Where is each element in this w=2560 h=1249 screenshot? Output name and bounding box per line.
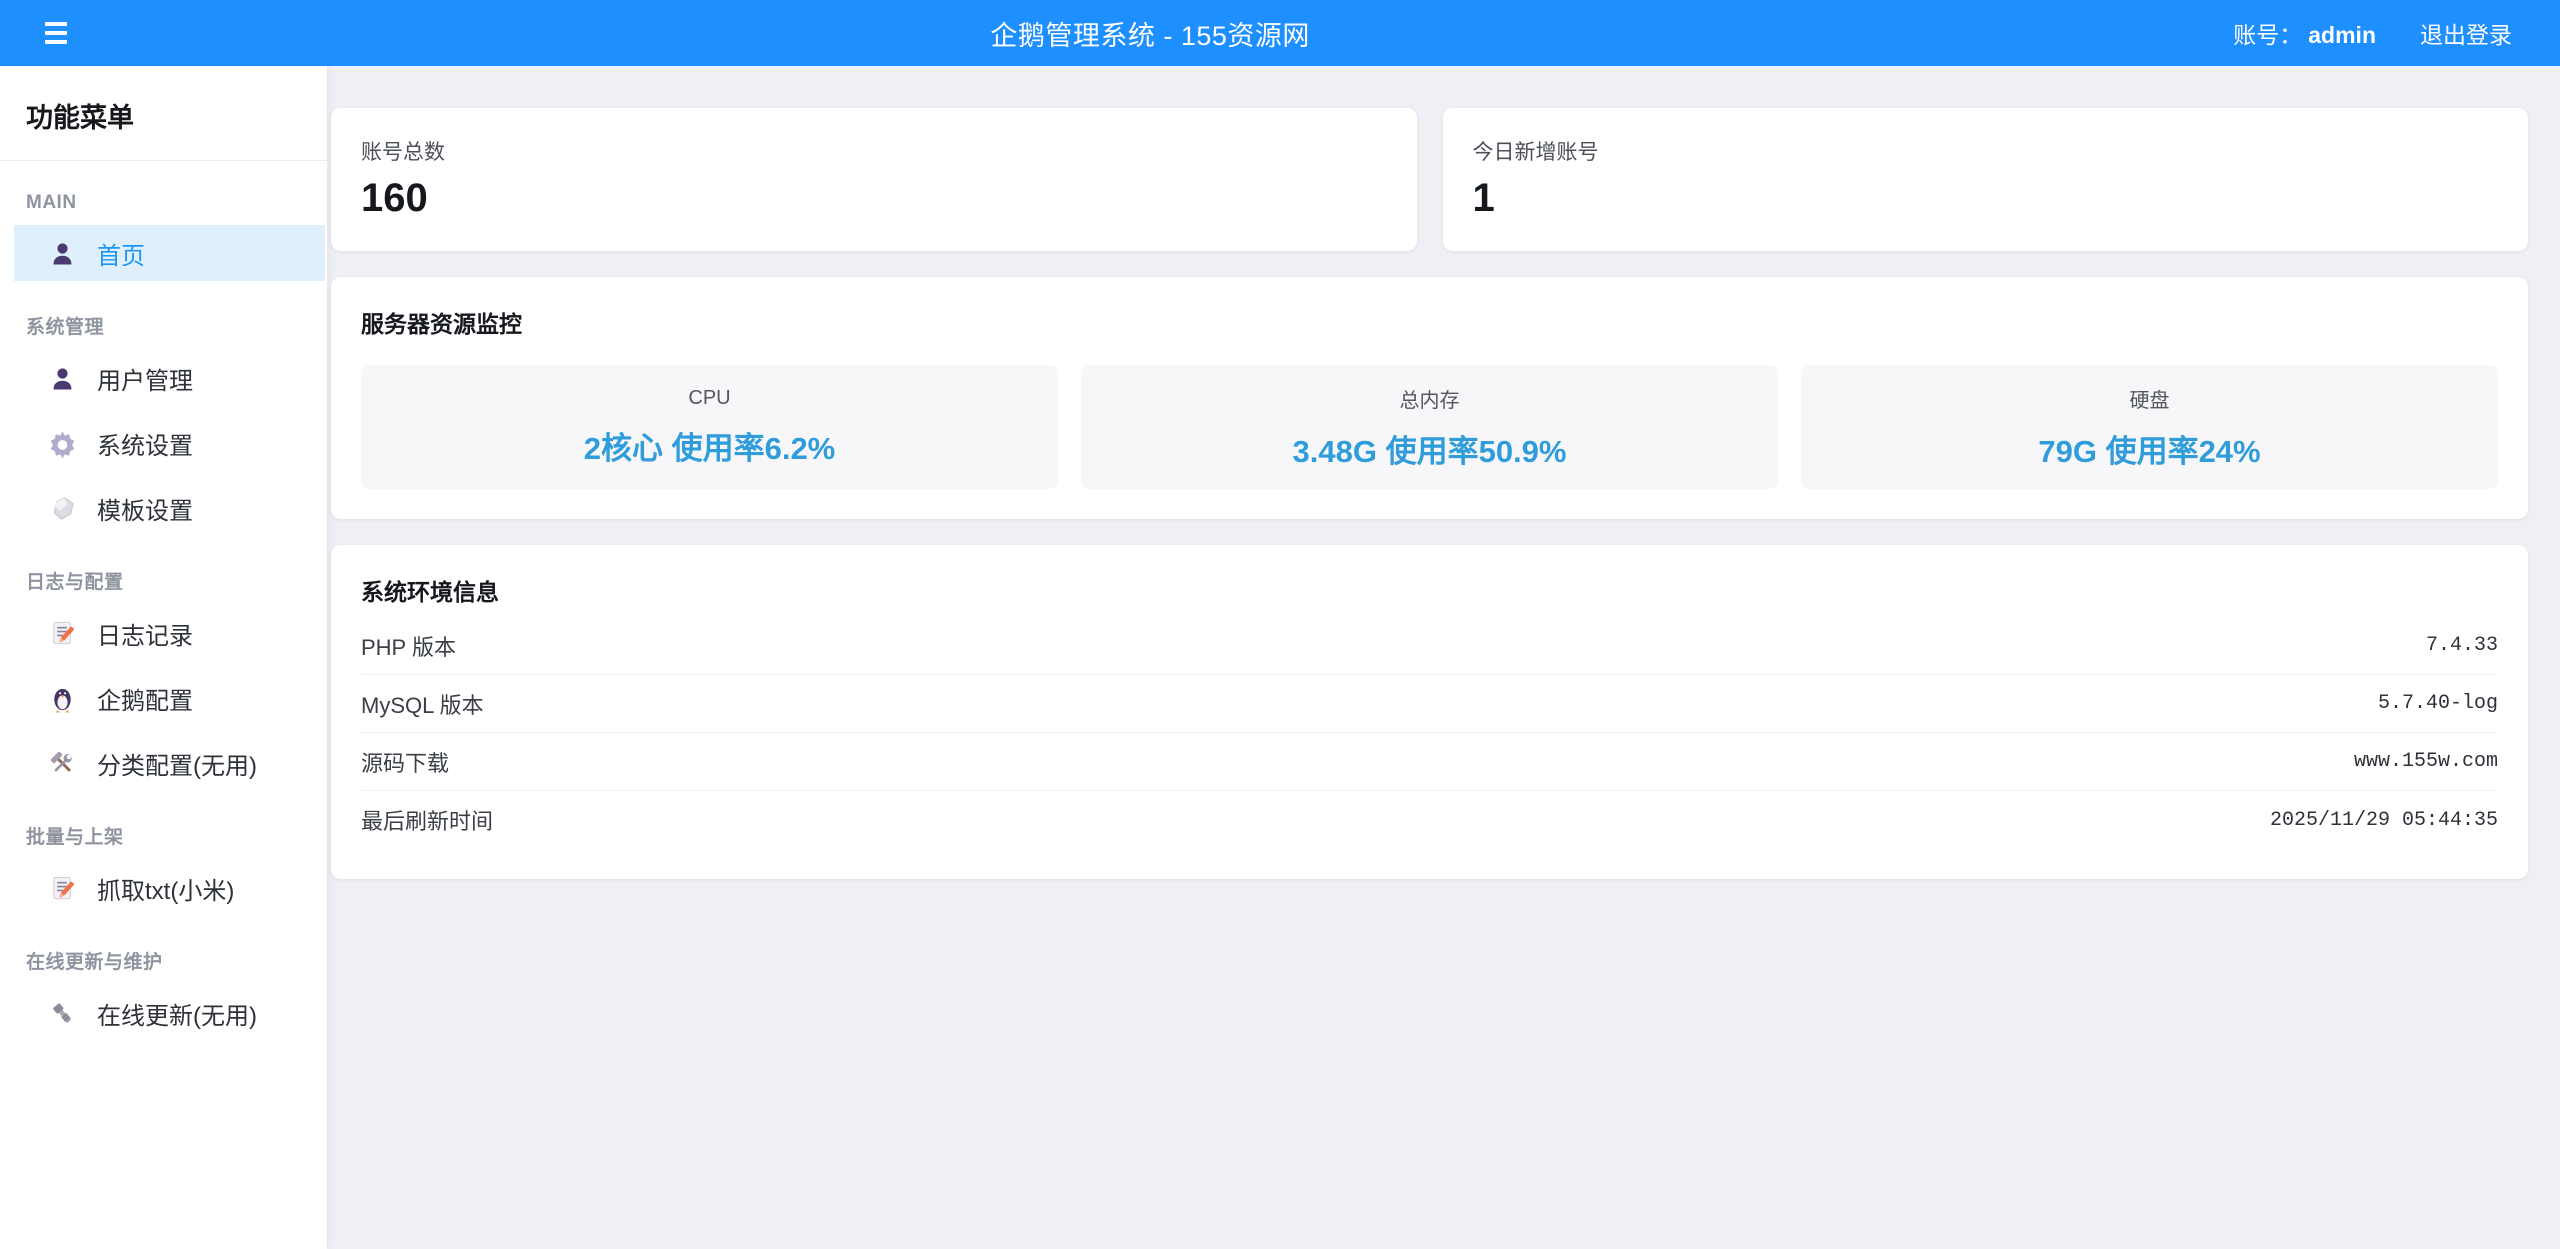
stat-value: 1 [1473, 176, 2499, 221]
app-title: 企鹅管理系统 - 155资源网 [67, 14, 2233, 53]
account-area: 账号：admin 退出登录 [2233, 16, 2512, 50]
stat-card-new-accounts-today: 今日新增账号 1 [1443, 108, 2529, 251]
info-value: www.155w.com [2354, 750, 2498, 773]
stat-value: 160 [361, 176, 1387, 221]
tools-icon [47, 748, 78, 779]
info-value: 7.4.33 [2426, 634, 2498, 657]
metric-label: 总内存 [1400, 384, 1460, 413]
sidebar-item-log-records[interactable]: 日志记录 [14, 605, 325, 661]
sidebar-item-label: 在线更新(无用) [97, 996, 257, 1031]
sidebar-item-template-settings[interactable]: 模板设置 [14, 480, 325, 536]
sidebar-item-label: 分类配置(无用) [97, 746, 257, 781]
sidebar: 功能菜单 MAIN 首页 系统管理 用户管理 系统设置 模板设置 [0, 66, 327, 1249]
server-monitor-panel: 服务器资源监控 CPU 2核心 使用率6.2% 总内存 3.48G 使用率50.… [331, 277, 2528, 519]
account-username: admin [2308, 22, 2376, 48]
stat-label: 账号总数 [361, 136, 1387, 166]
metric-label: 硬盘 [2130, 384, 2170, 413]
section-label-update: 在线更新与维护 [26, 947, 301, 974]
top-header: 企鹅管理系统 - 155资源网 账号：admin 退出登录 [0, 0, 2560, 66]
sidebar-item-label: 模板设置 [97, 491, 193, 526]
section-label-batch: 批量与上架 [26, 822, 301, 849]
metric-value: 3.48G 使用率50.9% [1293, 426, 1567, 471]
sidebar-item-label: 企鹅配置 [97, 681, 193, 716]
info-label: MySQL 版本 [361, 688, 484, 720]
section-label-system: 系统管理 [26, 312, 301, 339]
gear-icon [47, 428, 78, 459]
sidebar-item-online-update[interactable]: 在线更新(无用) [14, 985, 325, 1041]
metric-card-cpu: CPU 2核心 使用率6.2% [361, 365, 1058, 489]
section-label-logs-config: 日志与配置 [26, 567, 301, 594]
info-value: 2025/11/29 05:44:35 [2270, 809, 2498, 832]
server-monitor-title: 服务器资源监控 [361, 305, 2498, 339]
user-icon [47, 238, 78, 269]
metric-card-memory: 总内存 3.48G 使用率50.9% [1081, 365, 1778, 489]
sidebar-item-label: 日志记录 [97, 616, 193, 651]
table-row-last-refresh: 最后刷新时间 2025/11/29 05:44:35 [361, 791, 2498, 849]
sidebar-item-user-management[interactable]: 用户管理 [14, 350, 325, 406]
sidebar-item-home[interactable]: 首页 [14, 225, 325, 281]
user-icon [47, 363, 78, 394]
sidebar-item-grab-txt[interactable]: 抓取txt(小米) [14, 860, 325, 916]
metric-value: 2核心 使用率6.2% [584, 423, 836, 468]
info-value: 5.7.40-log [2378, 692, 2498, 715]
info-label: 最后刷新时间 [361, 804, 493, 836]
stat-label: 今日新增账号 [1473, 136, 2499, 166]
bolt-icon [47, 998, 78, 1029]
info-label: 源码下载 [361, 746, 449, 778]
account-info: 账号：admin [2233, 16, 2376, 50]
info-label: PHP 版本 [361, 630, 456, 662]
memo-icon [47, 618, 78, 649]
table-row-mysql-version: MySQL 版本 5.7.40-log [361, 675, 2498, 733]
system-info-title: 系统环境信息 [361, 573, 2498, 607]
sidebar-item-label: 抓取txt(小米) [97, 871, 234, 906]
penguin-icon [47, 683, 78, 714]
metric-card-disk: 硬盘 79G 使用率24% [1801, 365, 2498, 489]
sidebar-item-system-settings[interactable]: 系统设置 [14, 415, 325, 471]
system-info-panel: 系统环境信息 PHP 版本 7.4.33 MySQL 版本 5.7.40-log… [331, 545, 2528, 879]
sidebar-item-penguin-config[interactable]: 企鹅配置 [14, 670, 325, 726]
sidebar-item-label: 首页 [97, 236, 145, 271]
metric-label: CPU [688, 387, 730, 410]
stat-card-total-accounts: 账号总数 160 [331, 108, 1417, 251]
system-info-table: PHP 版本 7.4.33 MySQL 版本 5.7.40-log 源码下载 w… [361, 617, 2498, 849]
menu-toggle-icon[interactable] [45, 22, 67, 44]
main-content: 账号总数 160 今日新增账号 1 服务器资源监控 CPU 2核心 使用率6.2… [327, 66, 2560, 1249]
sidebar-item-label: 用户管理 [97, 361, 193, 396]
table-row-source-download: 源码下载 www.155w.com [361, 733, 2498, 791]
sidebar-title: 功能菜单 [0, 66, 327, 161]
sidebar-item-category-config[interactable]: 分类配置(无用) [14, 735, 325, 791]
metric-value: 79G 使用率24% [2038, 426, 2260, 471]
logout-button[interactable]: 退出登录 [2420, 16, 2512, 50]
section-label-main: MAIN [26, 192, 301, 214]
memo-icon [47, 873, 78, 904]
sidebar-item-label: 系统设置 [97, 426, 193, 461]
template-icon [47, 493, 78, 524]
table-row-php-version: PHP 版本 7.4.33 [361, 617, 2498, 675]
